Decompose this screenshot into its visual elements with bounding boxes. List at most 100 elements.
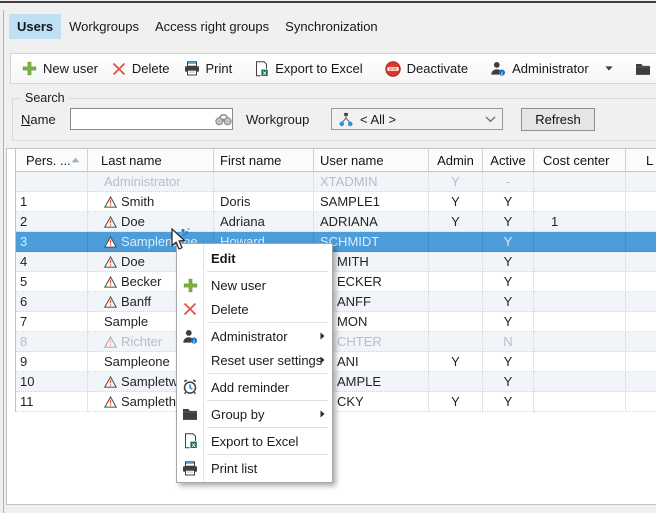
table-row[interactable]: 10SampletwoAMPLEY (16, 372, 656, 392)
workgroup-label: Workgroup (246, 112, 309, 127)
column-header-label: Active (490, 153, 525, 168)
svg-text:x: x (263, 69, 267, 76)
new-user-icon (22, 61, 37, 76)
toolbar-button-label: New user (43, 61, 98, 76)
cell-active: Y (483, 292, 534, 312)
refresh-button[interactable]: Refresh (521, 108, 595, 131)
cell-admin (429, 332, 483, 352)
submenu-arrow-icon (320, 356, 325, 364)
cell-active: Y (483, 312, 534, 332)
menu-item-print-list[interactable]: Print list (177, 456, 332, 480)
menu-item-add-reminder[interactable]: Add reminder (177, 375, 332, 399)
cell-pers: 5 (16, 272, 88, 292)
cell-user: ADRIANA (314, 212, 429, 232)
menu-item-label: Reset user settings (211, 353, 322, 368)
last-name-text: Banff (121, 294, 151, 309)
cell-pers: 3 (16, 232, 88, 252)
search-name-input[interactable] (70, 108, 233, 130)
column-header-first[interactable]: First name (214, 149, 314, 171)
administrator-button[interactable]: iAdministrator (483, 56, 620, 81)
cell-active: Y (483, 392, 534, 412)
deactivate-button[interactable]: STOPDeactivate (378, 56, 475, 81)
cell-active: Y (483, 352, 534, 372)
cell-first: Adriana (214, 212, 314, 232)
warning-icon (104, 376, 117, 388)
menu-item-reset-user-settings[interactable]: Reset user settings (177, 348, 332, 372)
menu-item-edit[interactable]: Edit (177, 246, 332, 270)
column-header-l[interactable]: L (626, 149, 656, 171)
cell-pers: 9 (16, 352, 88, 372)
column-header-cost[interactable]: Cost center (534, 149, 626, 171)
menu-item-administrator[interactable]: iAdministrator (177, 324, 332, 348)
table-row[interactable]: AdministratorXTADMINY- (16, 172, 656, 192)
menu-item-new-user[interactable]: New user (177, 273, 332, 297)
column-header-admin[interactable]: Admin (429, 149, 483, 171)
cell-admin: Y (429, 392, 483, 412)
table-row[interactable]: 9SampleoneANIYY (16, 352, 656, 372)
caret-down-icon (605, 66, 613, 71)
menu-item-label: Export to Excel (211, 434, 298, 449)
last-name-text: Sample (104, 314, 148, 329)
context-menu: Edit New user Delete iAdministrator Reset us… (176, 243, 333, 483)
export-to-excel-button[interactable]: xExport to Excel (247, 56, 369, 81)
cell-l (626, 312, 656, 332)
last-name-text: Doe (121, 254, 145, 269)
cell-cost (534, 352, 626, 372)
last-name-text: Becker (121, 274, 161, 289)
column-header-last[interactable]: Last name (88, 149, 214, 171)
table-row[interactable]: 6BanffANFFY (16, 292, 656, 312)
toolbar: New user Delete Print xExport to Excel STOPD… (10, 53, 656, 84)
column-header-pers[interactable]: Pers. ... (16, 149, 88, 171)
menu-item-group-by[interactable]: Group by (177, 402, 332, 426)
cell-last: Doe (88, 212, 214, 232)
toolbar-button-label: Deactivate (407, 61, 468, 76)
last-name-text: Doe (121, 214, 145, 229)
table-row[interactable]: 4DoeMITHY (16, 252, 656, 272)
cell-user: SAMPLE1 (314, 192, 429, 212)
table-row[interactable]: 8RichterCHTERN (16, 332, 656, 352)
menu-item-export-to-excel[interactable]: xExport to Excel (177, 429, 332, 453)
warning-icon (104, 256, 117, 268)
print-button[interactable]: Print (177, 56, 240, 81)
tab-access-right-groups[interactable]: Access right groups (147, 14, 277, 39)
cell-pers: 2 (16, 212, 88, 232)
column-header-active[interactable]: Active (483, 149, 534, 171)
cell-pers: 6 (16, 292, 88, 312)
cell-cost (534, 192, 626, 212)
table-row[interactable]: 3SamplenameHowardSCHMIDTY (16, 232, 656, 252)
cell-active: Y (483, 272, 534, 292)
cell-l (626, 272, 656, 292)
new-user-button[interactable]: New user (15, 56, 105, 81)
cell-cost (534, 272, 626, 292)
column-header-user[interactable]: User name (314, 149, 429, 171)
cell-pers: 7 (16, 312, 88, 332)
menu-item-label: New user (211, 278, 266, 293)
warning-icon (104, 236, 117, 248)
administrator-person-icon: i (490, 61, 506, 76)
cell-pers: 4 (16, 252, 88, 272)
menu-separator (207, 400, 328, 401)
table-row[interactable]: 2DoeAdrianaADRIANAYY1 (16, 212, 656, 232)
table-header-row: Pers. ...Last nameFirst nameUser name Adm… (16, 149, 656, 172)
group-by-button[interactable]: Group by (628, 56, 656, 81)
tab-users[interactable]: Users (9, 14, 61, 39)
cell-active: Y (483, 232, 534, 252)
table-row[interactable]: 1SmithDorisSAMPLE1YY (16, 192, 656, 212)
tab-synchronization[interactable]: Synchronization (277, 14, 386, 39)
menu-item-label: Print list (211, 461, 257, 476)
submenu-arrow-icon (320, 332, 325, 340)
cell-pers (16, 172, 88, 192)
workgroup-combobox[interactable]: < All > (331, 108, 503, 130)
tab-workgroups[interactable]: Workgroups (61, 14, 147, 39)
table-row[interactable]: 11SamplethrCKYYY (16, 392, 656, 412)
binoculars-icon (215, 113, 232, 126)
cell-active: Y (483, 252, 534, 272)
delete-button[interactable]: Delete (105, 56, 177, 81)
column-header-label: Admin (437, 153, 474, 168)
table-row[interactable]: 5BeckerECKERY (16, 272, 656, 292)
last-name-text: Sampleone (104, 354, 170, 369)
table-row[interactable]: 7SampleMONY (16, 312, 656, 332)
toolbar-button-label: Print (206, 61, 233, 76)
menu-item-delete[interactable]: Delete (177, 297, 332, 321)
printer-icon (184, 61, 200, 76)
